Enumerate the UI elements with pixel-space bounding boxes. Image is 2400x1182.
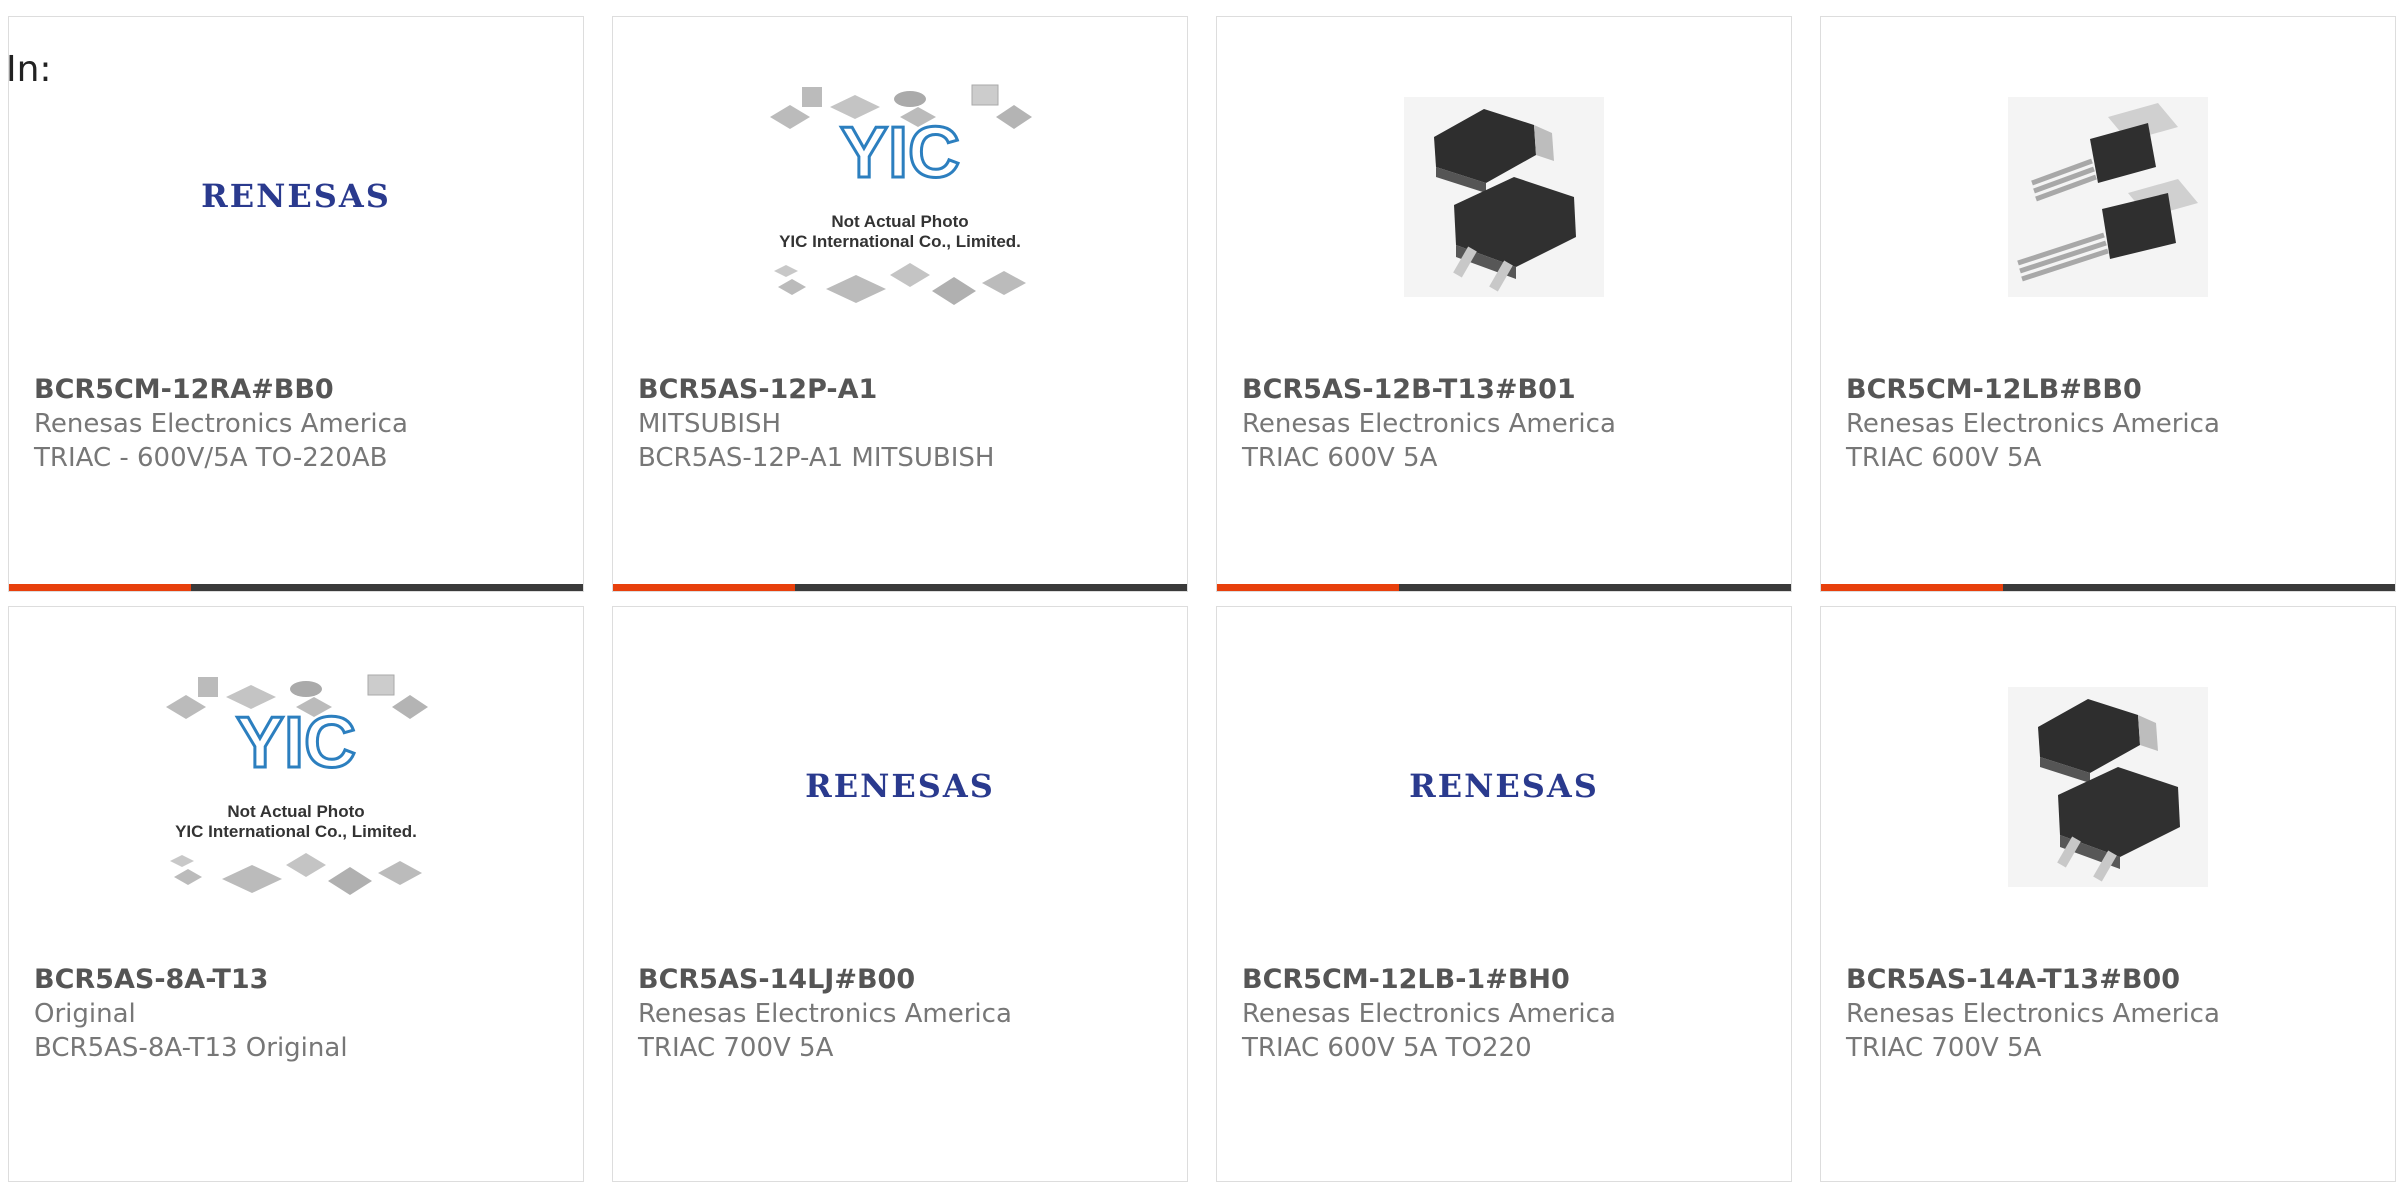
accent-segment: [613, 584, 795, 591]
product-card[interactable]: RENESAS BCR5AS-14LJ#B00 Renesas Electroni…: [612, 606, 1188, 1182]
product-description: TRIAC 600V 5A: [1846, 443, 2042, 473]
card-accent-bar: [9, 584, 583, 591]
product-description: TRIAC 700V 5A: [1846, 1033, 2042, 1063]
yic-logo-text: YIC: [840, 113, 960, 193]
renesas-logo-text: RENESAS: [201, 177, 391, 215]
placeholder-line2: YIC International Co., Limited.: [175, 822, 417, 841]
product-card[interactable]: YIC Not Actual Photo YIC International C…: [612, 16, 1188, 592]
manufacturer-logo[interactable]: RENESAS: [1217, 627, 1791, 947]
product-info: BCR5AS-14LJ#B00 Renesas Electronics Ameri…: [638, 963, 1177, 1065]
accent-segment: [1821, 584, 2003, 591]
part-number[interactable]: BCR5AS-8A-T13: [34, 963, 573, 997]
yic-logo-text: YIC: [236, 703, 356, 783]
accent-segment: [1217, 584, 1399, 591]
card-accent-bar: [1821, 584, 2395, 591]
manufacturer-name: MITSUBISH: [638, 409, 782, 439]
accent-segment: [9, 584, 191, 591]
manufacturer-logo[interactable]: RENESAS: [613, 627, 1187, 947]
manufacturer-logo[interactable]: RENESAS: [9, 37, 583, 357]
product-description: TRIAC 700V 5A: [638, 1033, 834, 1063]
part-number[interactable]: BCR5AS-14A-T13#B00: [1846, 963, 2385, 997]
part-number[interactable]: BCR5AS-14LJ#B00: [638, 963, 1177, 997]
product-description: TRIAC 600V 5A: [1242, 443, 1438, 473]
placeholder-line2: YIC International Co., Limited.: [779, 232, 1021, 251]
manufacturer-name: Renesas Electronics America: [1242, 409, 1616, 439]
card-accent-bar: [613, 584, 1187, 591]
renesas-logo-text: RENESAS: [1409, 767, 1599, 805]
product-image[interactable]: YIC Not Actual Photo YIC International C…: [613, 37, 1187, 357]
product-card[interactable]: BCR5CM-12LB#BB0 Renesas Electronics Ameri…: [1820, 16, 2396, 592]
product-description: BCR5AS-12P-A1 MITSUBISH: [638, 443, 995, 473]
product-info: BCR5AS-12B-T13#B01 Renesas Electronics Am…: [1242, 373, 1781, 475]
placeholder-line1: Not Actual Photo: [831, 212, 968, 231]
product-description: BCR5AS-8A-T13 Original: [34, 1033, 348, 1063]
product-image[interactable]: YIC Not Actual Photo YIC International C…: [9, 627, 583, 947]
product-description: TRIAC - 600V/5A TO-220AB: [34, 443, 388, 473]
product-info: BCR5CM-12RA#BB0 Renesas Electronics Ameri…: [34, 373, 573, 475]
renesas-logo-text: RENESAS: [805, 767, 995, 805]
product-description: TRIAC 600V 5A TO220: [1242, 1033, 1532, 1063]
filter-label: In:: [6, 49, 52, 90]
product-card[interactable]: RENESAS BCR5CM-12RA#BB0 Renesas Electroni…: [8, 16, 584, 592]
part-number[interactable]: BCR5CM-12LB-1#BH0: [1242, 963, 1781, 997]
part-number[interactable]: BCR5AS-12P-A1: [638, 373, 1177, 407]
product-card[interactable]: BCR5AS-12B-T13#B01 Renesas Electronics Am…: [1216, 16, 1792, 592]
manufacturer-name: Original: [34, 999, 136, 1029]
product-card[interactable]: BCR5AS-14A-T13#B00 Renesas Electronics Am…: [1820, 606, 2396, 1182]
placeholder-line1: Not Actual Photo: [227, 802, 364, 821]
manufacturer-name: Renesas Electronics America: [638, 999, 1012, 1029]
manufacturer-name: Renesas Electronics America: [1846, 999, 2220, 1029]
product-card[interactable]: YIC Not Actual Photo YIC International C…: [8, 606, 584, 1182]
part-number[interactable]: BCR5AS-12B-T13#B01: [1242, 373, 1781, 407]
manufacturer-name: Renesas Electronics America: [1846, 409, 2220, 439]
card-accent-bar: [1217, 584, 1791, 591]
manufacturer-name: Renesas Electronics America: [1242, 999, 1616, 1029]
product-card[interactable]: RENESAS BCR5CM-12LB-1#BH0 Renesas Electro…: [1216, 606, 1792, 1182]
product-image[interactable]: [1821, 37, 2395, 357]
product-info: BCR5CM-12LB#BB0 Renesas Electronics Ameri…: [1846, 373, 2385, 475]
part-number[interactable]: BCR5CM-12LB#BB0: [1846, 373, 2385, 407]
product-image[interactable]: [1821, 627, 2395, 947]
product-info: BCR5AS-12P-A1 MITSUBISH BCR5AS-12P-A1 MITS…: [638, 373, 1177, 475]
part-number[interactable]: BCR5CM-12RA#BB0: [34, 373, 573, 407]
product-info: BCR5CM-12LB-1#BH0 Renesas Electronics Ame…: [1242, 963, 1781, 1065]
manufacturer-name: Renesas Electronics America: [34, 409, 408, 439]
product-info: BCR5AS-14A-T13#B00 Renesas Electronics Am…: [1846, 963, 2385, 1065]
product-info: BCR5AS-8A-T13 Original BCR5AS-8A-T13 Origi…: [34, 963, 573, 1065]
product-image[interactable]: [1217, 37, 1791, 357]
